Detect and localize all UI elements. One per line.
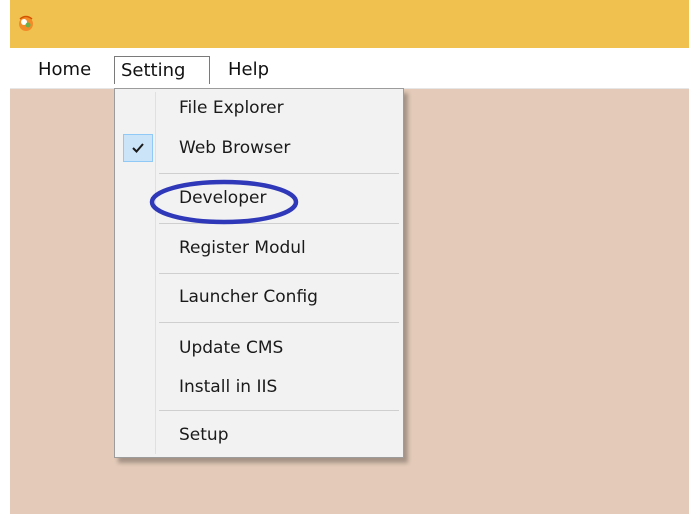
checked-indicator — [123, 134, 153, 162]
menu-item-launcher-config[interactable]: Launcher Config — [117, 281, 401, 313]
menu-item-register-modul[interactable]: Register Modul — [117, 232, 401, 264]
menu-item-web-browser[interactable]: Web Browser — [117, 132, 401, 164]
menu-item-label: Register Modul — [179, 238, 306, 258]
menu-separator — [159, 223, 399, 224]
menu-home[interactable]: Home — [32, 56, 97, 84]
setting-dropdown-menu: File Explorer Web Browser Developer Regi… — [114, 88, 404, 458]
title-bar — [10, 0, 689, 48]
menu-separator — [159, 322, 399, 323]
menu-item-setup[interactable]: Setup — [117, 419, 401, 451]
menu-item-label: Launcher Config — [179, 287, 318, 307]
menu-setting[interactable]: Setting — [114, 56, 210, 84]
app-icon — [19, 15, 33, 31]
menu-item-label: File Explorer — [179, 98, 284, 118]
menu-item-developer[interactable]: Developer — [117, 182, 401, 214]
menu-item-install-in-iis[interactable]: Install in IIS — [117, 371, 401, 403]
menu-item-label: Web Browser — [179, 138, 291, 158]
menu-separator — [159, 273, 399, 274]
menu-item-label: Update CMS — [179, 338, 284, 358]
menu-item-update-cms[interactable]: Update CMS — [117, 332, 401, 364]
menu-item-file-explorer[interactable]: File Explorer — [117, 92, 401, 124]
checkmark-icon — [132, 143, 144, 153]
menu-separator — [159, 410, 399, 411]
menu-item-label: Install in IIS — [179, 377, 278, 397]
menu-help[interactable]: Help — [222, 56, 275, 84]
menu-item-label: Setup — [179, 425, 229, 445]
menu-bar: Home Setting Help — [10, 48, 689, 89]
menu-item-label: Developer — [179, 188, 267, 208]
menu-separator — [159, 173, 399, 174]
